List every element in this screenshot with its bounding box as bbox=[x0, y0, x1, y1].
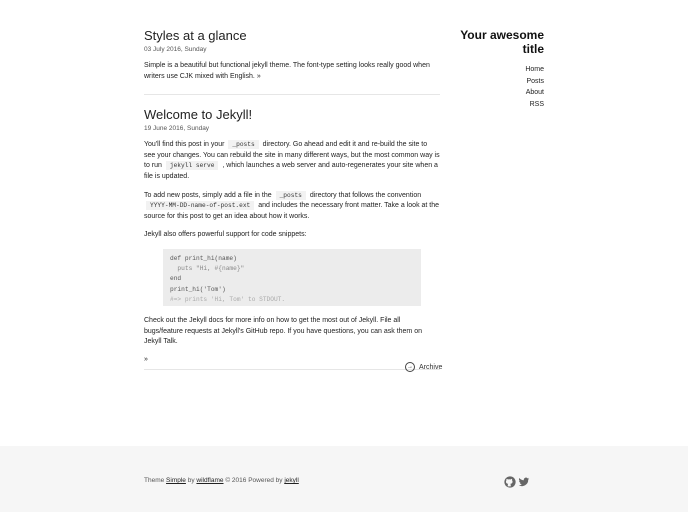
jekyll-link[interactable]: jekyll bbox=[284, 477, 298, 484]
inline-code: _posts bbox=[275, 190, 306, 200]
post-title[interactable]: Welcome to Jekyll! bbox=[144, 107, 440, 122]
text: Theme bbox=[144, 477, 165, 484]
nav-posts[interactable]: Posts bbox=[444, 76, 544, 88]
code-line: end bbox=[170, 275, 182, 283]
post-title[interactable]: Styles at a glance bbox=[144, 28, 440, 43]
footer-credits: Theme Simple by wildflame © 2016 Powered… bbox=[144, 477, 299, 484]
theme-link[interactable]: Simple bbox=[166, 477, 186, 484]
code-block: def print_hi(name) puts "Hi, #{name}" en… bbox=[163, 248, 421, 306]
text: directory that follows the convention bbox=[309, 191, 422, 199]
code-line: print_hi('Tom') bbox=[170, 285, 226, 293]
post-paragraph: To add new posts, simply add a file in t… bbox=[144, 190, 440, 223]
divider bbox=[144, 94, 440, 96]
code-line: #=> prints 'Hi, Tom' to STDOUT. bbox=[170, 295, 286, 303]
site-title-line: title bbox=[522, 42, 544, 56]
code-line: def print_hi(name) bbox=[170, 254, 237, 262]
text: by bbox=[187, 477, 195, 484]
post-list: Styles at a glance 03 July 2016, Sunday … bbox=[144, 28, 440, 382]
post-paragraph: Jekyll also offers powerful support for … bbox=[144, 231, 307, 239]
archive-label: Archive bbox=[419, 363, 443, 371]
inline-code: jekyll serve bbox=[165, 161, 219, 171]
post-date: 03 July 2016, Sunday bbox=[144, 46, 207, 53]
post-excerpt: Simple is a beautiful but functional jek… bbox=[144, 62, 430, 80]
post-paragraph: You'll find this post in your _posts dir… bbox=[144, 140, 440, 182]
text: You'll find this post in your bbox=[144, 141, 225, 149]
divider bbox=[144, 368, 440, 370]
post-paragraph: Check out the Jekyll docs for more info … bbox=[144, 316, 422, 346]
site-title[interactable]: Your awesome title bbox=[444, 28, 544, 56]
social-links bbox=[504, 476, 530, 488]
inline-code: YYYY-MM-DD-name-of-post.ext bbox=[146, 201, 255, 211]
sidebar: Your awesome title Home Posts About RSS bbox=[444, 28, 544, 110]
site-nav: Home Posts About RSS bbox=[444, 64, 544, 110]
footer: Theme Simple by wildflame © 2016 Powered… bbox=[0, 446, 688, 512]
site-title-line: Your awesome bbox=[460, 28, 544, 42]
read-more-link[interactable]: » bbox=[144, 356, 440, 363]
text: To add new posts, simply add a file in t… bbox=[144, 191, 272, 199]
post-date: 19 June 2016, Sunday bbox=[144, 125, 210, 133]
inline-code: _posts bbox=[228, 140, 259, 150]
nav-rss[interactable]: RSS bbox=[444, 99, 544, 111]
author-link[interactable]: wildflame bbox=[196, 477, 223, 484]
text: © 2016 Powered by bbox=[225, 477, 283, 484]
nav-about[interactable]: About bbox=[444, 87, 544, 99]
arrow-right-icon: → bbox=[405, 362, 415, 372]
archive-link[interactable]: → Archive bbox=[405, 362, 442, 372]
twitter-icon[interactable] bbox=[518, 476, 530, 488]
nav-home[interactable]: Home bbox=[444, 64, 544, 76]
code-line: puts "Hi, #{name}" bbox=[170, 265, 245, 273]
github-icon[interactable] bbox=[504, 476, 516, 488]
